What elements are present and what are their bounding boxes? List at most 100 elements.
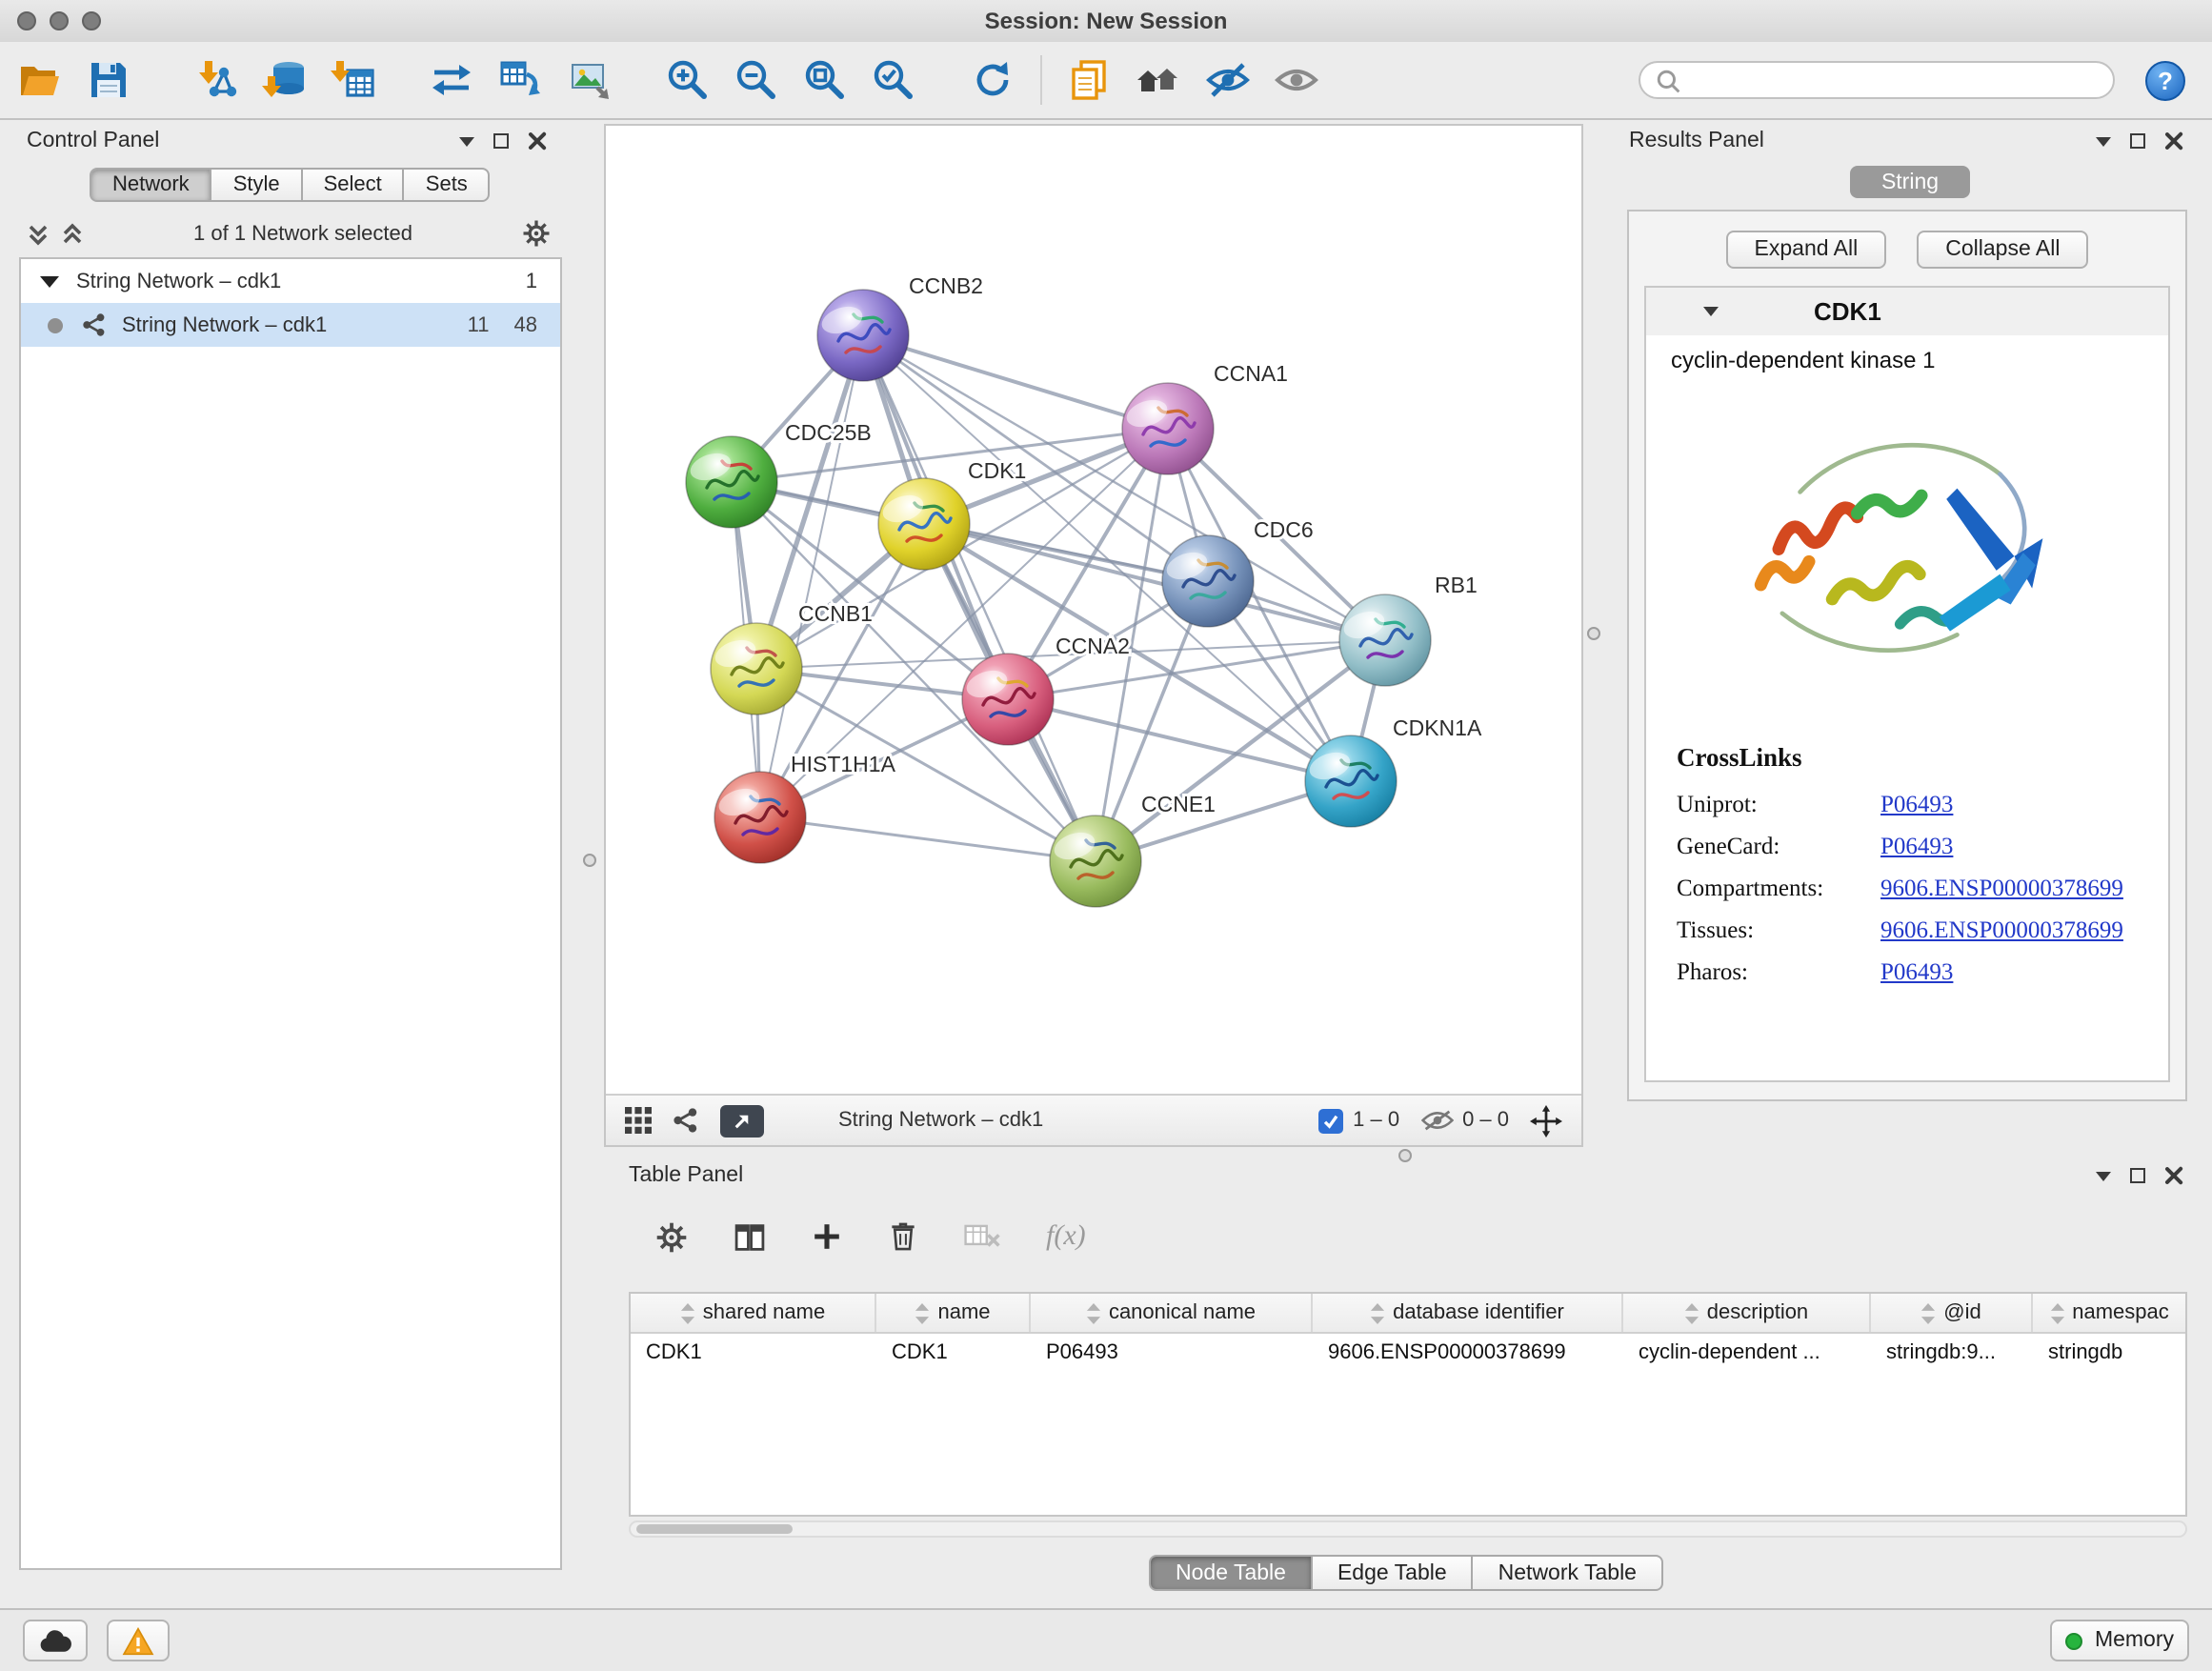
column-header--id[interactable]: @id (1871, 1294, 2033, 1332)
tree-expander-icon[interactable] (40, 275, 59, 287)
table-cell[interactable]: CDK1 (631, 1334, 876, 1372)
crosslink-value-link[interactable]: 9606.ENSP00000378699 (1880, 874, 2123, 902)
cloud-status-button[interactable] (23, 1620, 88, 1661)
table-row[interactable]: CDK1CDK1P064939606.ENSP00000378699cyclin… (631, 1334, 2185, 1372)
crosslink-value-link[interactable]: P06493 (1880, 957, 1953, 986)
gene-card-header[interactable]: CDK1 (1646, 288, 2168, 335)
tab-style[interactable]: Style (212, 168, 303, 202)
collapse-all-icon[interactable] (27, 222, 50, 245)
table-horizontal-scrollbar[interactable] (629, 1520, 2187, 1538)
warnings-button[interactable] (107, 1620, 170, 1661)
zoom-out-button[interactable] (728, 51, 785, 109)
network-edge-HIST1H1A-CCNE1[interactable] (760, 817, 1096, 861)
gear-icon[interactable] (522, 219, 551, 248)
panel-close-icon[interactable] (2164, 1166, 2183, 1185)
zoom-in-button[interactable] (659, 51, 716, 109)
open-session-button[interactable] (11, 51, 69, 109)
export-image-button[interactable] (560, 51, 617, 109)
network-node-CCNB2[interactable] (817, 290, 909, 381)
panel-splitter-handle[interactable] (1587, 627, 1600, 640)
table-cell[interactable]: CDK1 (876, 1334, 1031, 1372)
network-tools-button[interactable] (423, 51, 480, 109)
import-table-button[interactable] (324, 51, 381, 109)
column-header-canonical-name[interactable]: canonical name (1031, 1294, 1313, 1332)
network-node-RB1[interactable] (1339, 594, 1431, 686)
network-node-CCNB1[interactable] (711, 623, 802, 715)
network-node-CCNA1[interactable] (1122, 383, 1214, 474)
panel-float-icon[interactable] (493, 133, 509, 149)
panel-menu-icon[interactable] (2096, 136, 2111, 146)
network-node-CCNA2[interactable] (962, 654, 1054, 745)
network-node-CCNE1[interactable] (1050, 815, 1141, 907)
panel-float-icon[interactable] (2130, 1168, 2145, 1183)
expand-all-icon[interactable] (61, 222, 84, 245)
zoom-fit-button[interactable] (796, 51, 854, 109)
pan-tool-icon[interactable] (1530, 1104, 1562, 1137)
table-cell[interactable]: stringdb:9... (1871, 1334, 2033, 1372)
network-edge-CCNB2-CCNA1[interactable] (863, 335, 1168, 429)
network-node-CDK1[interactable] (878, 478, 970, 570)
network-edge-CCNB2-CCNE1[interactable] (863, 335, 1096, 861)
panel-splitter-handle[interactable] (583, 854, 596, 867)
column-header-namespac[interactable]: namespac (2033, 1294, 2187, 1332)
add-column-icon[interactable] (812, 1221, 842, 1252)
save-session-button[interactable] (80, 51, 137, 109)
import-network-database-button[interactable] (255, 51, 312, 109)
expand-all-button[interactable]: Expand All (1726, 231, 1887, 269)
table-cell[interactable]: cyclin-dependent ... (1623, 1334, 1871, 1372)
function-builder-button[interactable]: f(x) (1046, 1220, 1086, 1253)
refresh-button[interactable] (964, 51, 1021, 109)
hidden-eye-icon[interactable] (1420, 1109, 1453, 1132)
delete-column-icon[interactable] (888, 1219, 918, 1254)
column-header-shared-name[interactable]: shared name (631, 1294, 876, 1332)
network-node-HIST1H1A[interactable] (714, 772, 806, 863)
tab-network[interactable]: Network (90, 168, 212, 202)
results-tab-string[interactable]: String (1851, 166, 1969, 198)
detach-view-button[interactable] (720, 1104, 764, 1137)
panel-menu-icon[interactable] (2096, 1171, 2111, 1180)
network-canvas[interactable]: CCNB2CCNA1CDC25BCDK1CDC6RB1CCNB1CCNA2CDK… (606, 126, 1585, 1096)
crosslink-value-link[interactable]: 9606.ENSP00000378699 (1880, 916, 2123, 944)
table-cell[interactable]: P06493 (1031, 1334, 1313, 1372)
crosslink-value-link[interactable]: P06493 (1880, 832, 1953, 860)
column-header-database-identifier[interactable]: database identifier (1313, 1294, 1623, 1332)
panel-menu-icon[interactable] (459, 136, 474, 146)
collapse-all-button[interactable]: Collapse All (1917, 231, 2088, 269)
column-header-description[interactable]: description (1623, 1294, 1871, 1332)
network-view-icon[interactable] (673, 1107, 699, 1134)
network-row-selected[interactable]: String Network – cdk1 11 48 (21, 303, 560, 347)
table-cell[interactable]: stringdb (2033, 1334, 2187, 1372)
search-input[interactable] (1692, 67, 2098, 93)
import-network-file-button[interactable] (187, 51, 244, 109)
network-node-CDC25B[interactable] (686, 436, 777, 528)
network-edge-CDK1-RB1[interactable] (924, 524, 1385, 640)
memory-button[interactable]: Memory (2051, 1620, 2189, 1661)
crosslink-value-link[interactable]: P06493 (1880, 790, 1953, 818)
help-button[interactable]: ? (2145, 60, 2185, 100)
tab-sets[interactable]: Sets (405, 168, 491, 202)
network-node-CDC6[interactable] (1162, 535, 1254, 627)
show-columns-icon[interactable] (734, 1220, 766, 1253)
selected-checkbox-icon[interactable] (1318, 1108, 1343, 1133)
tab-select[interactable]: Select (303, 168, 405, 202)
collapse-section-icon[interactable] (1703, 307, 1719, 316)
column-header-name[interactable]: name (876, 1294, 1031, 1332)
hide-selected-button[interactable] (1198, 51, 1256, 109)
panel-close-icon[interactable] (528, 131, 547, 151)
tab-edge-table[interactable]: Edge Table (1313, 1555, 1474, 1591)
tab-node-table[interactable]: Node Table (1149, 1555, 1313, 1591)
network-collection-row[interactable]: String Network – cdk1 1 (21, 259, 560, 303)
table-settings-gear-icon[interactable] (655, 1220, 688, 1253)
table-cell[interactable]: 9606.ENSP00000378699 (1313, 1334, 1623, 1372)
scrollbar-thumb[interactable] (636, 1524, 793, 1534)
network-node-CDKN1A[interactable] (1305, 735, 1397, 827)
show-all-button[interactable] (1267, 51, 1324, 109)
panel-float-icon[interactable] (2130, 133, 2145, 149)
zoom-selected-button[interactable] (865, 51, 922, 109)
tab-network-table[interactable]: Network Table (1474, 1555, 1663, 1591)
panel-close-icon[interactable] (2164, 131, 2183, 151)
network-edge-CCNB2-HIST1H1A[interactable] (760, 335, 863, 817)
grid-view-icon[interactable] (625, 1107, 652, 1134)
table-from-network-button[interactable] (492, 51, 549, 109)
copy-document-button[interactable] (1061, 51, 1118, 109)
